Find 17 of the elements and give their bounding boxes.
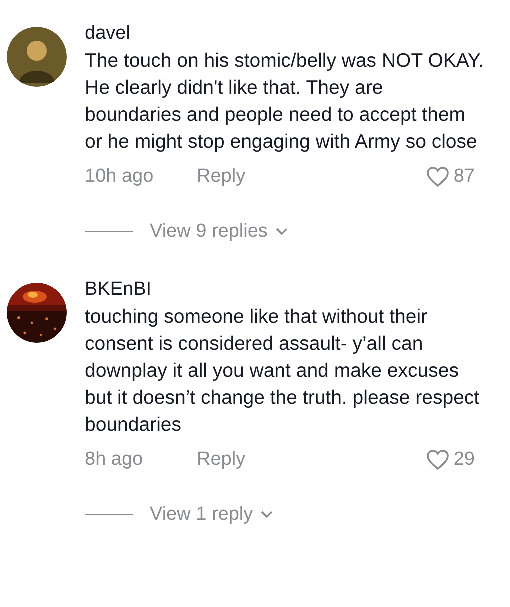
username[interactable]: davel	[85, 20, 485, 48]
heart-icon	[426, 449, 450, 472]
reply-button[interactable]: Reply	[197, 446, 246, 474]
reply-button[interactable]: Reply	[197, 163, 246, 192]
view-replies-button[interactable]: View 1 reply	[150, 500, 274, 529]
chevron-down-icon	[261, 510, 274, 519]
view-replies-button[interactable]: View 9 replies	[150, 218, 288, 246]
timestamp: 8h ago	[85, 448, 144, 472]
timestamp: 10h ago	[85, 165, 155, 189]
heart-icon	[426, 166, 450, 188]
like-button[interactable]: 87	[426, 163, 475, 192]
comment-text: touching someone like that without their consent is considered assault- y’all can downplay it all you want and make excuses but it doesn’t change the truth. please respect boundaries	[85, 305, 481, 438]
username[interactable]: BKEnBI	[85, 276, 485, 304]
comment-text: The touch on his stomic/belly was NOT OKAY. He clearly didn't like that. They are boundaries and people need to accept them or he might stop engaging with Army so close	[85, 49, 485, 155]
chevron-down-icon	[276, 228, 288, 236]
avatar-icon[interactable]	[7, 27, 67, 87]
like-button[interactable]: 29	[426, 446, 475, 474]
